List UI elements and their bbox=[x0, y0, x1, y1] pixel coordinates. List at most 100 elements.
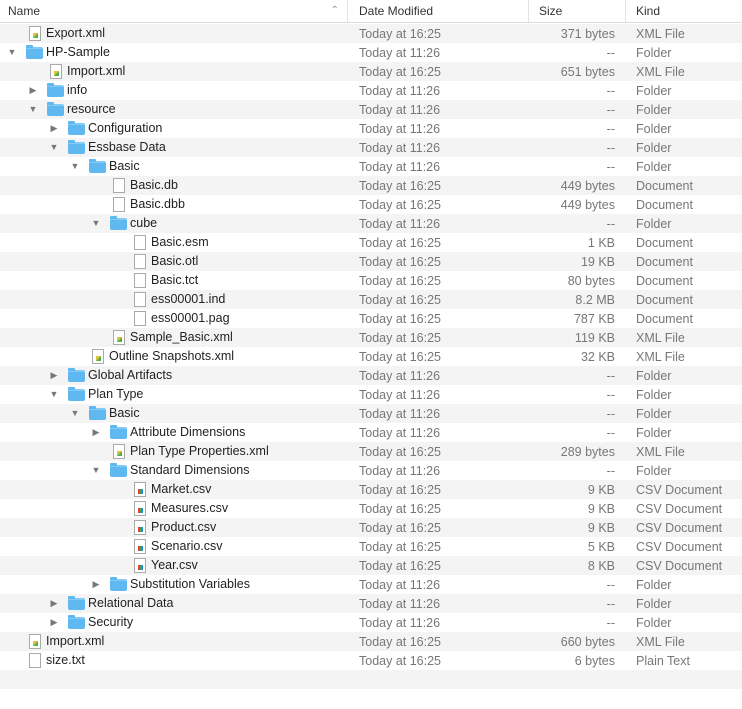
xml-badge bbox=[96, 356, 101, 361]
name-cell: ▼ Essbase Data bbox=[0, 138, 348, 157]
list-item[interactable]: ▶ Attribute Dimensions Today at 11:26 -- Fol… bbox=[0, 423, 742, 442]
disclosure-closed-icon[interactable]: ▶ bbox=[49, 598, 59, 608]
file-size: 8 KB bbox=[587, 558, 615, 573]
date-modified: Today at 16:25 bbox=[359, 26, 442, 41]
file-kind: Folder bbox=[636, 596, 672, 611]
folder-icon bbox=[68, 596, 85, 610]
list-item[interactable]: ▶ Global Artifacts Today at 11:26 -- Folder bbox=[0, 366, 742, 385]
name-cell: Measures.csv bbox=[0, 499, 348, 518]
file-name: info bbox=[67, 83, 88, 97]
list-item[interactable]: Sample_Basic.xml Today at 16:25 119 KB XML … bbox=[0, 328, 742, 347]
name-cell: size.txt bbox=[0, 651, 348, 670]
list-item[interactable]: ▼ cube Today at 11:26 -- Folder bbox=[0, 214, 742, 233]
file-name: Essbase Data bbox=[88, 140, 166, 154]
date-modified: Today at 16:25 bbox=[359, 482, 442, 497]
disclosure-open-icon[interactable]: ▼ bbox=[7, 47, 17, 57]
file-size: 9 KB bbox=[587, 520, 615, 535]
column-date-modified[interactable]: Date Modified bbox=[348, 0, 529, 22]
name-cell: Basic.dbb bbox=[0, 195, 348, 214]
list-item[interactable]: Export.xml Today at 16:25 371 bytes XML Fil… bbox=[0, 24, 742, 43]
xml-badge bbox=[33, 641, 38, 646]
date-modified: Today at 16:25 bbox=[359, 197, 442, 212]
list-item[interactable]: ess00001.ind Today at 16:25 8.2 MB Document bbox=[0, 290, 742, 309]
list-item[interactable]: ▼ Basic Today at 11:26 -- Folder bbox=[0, 157, 742, 176]
list-item[interactable]: Import.xml Today at 16:25 660 bytes XML Fil… bbox=[0, 632, 742, 651]
chevron-up-icon[interactable]: ⌃ bbox=[331, 0, 339, 22]
disclosure-closed-icon[interactable]: ▶ bbox=[91, 427, 101, 437]
disclosure-closed-icon[interactable]: ▶ bbox=[91, 579, 101, 589]
column-size[interactable]: Size bbox=[529, 0, 626, 22]
list-item[interactable]: size.txt Today at 16:25 6 bytes Plain Text bbox=[0, 651, 742, 670]
list-item[interactable]: ▼ Plan Type Today at 11:26 -- Folder bbox=[0, 385, 742, 404]
list-item[interactable]: ▼ Standard Dimensions Today at 11:26 -- Fold… bbox=[0, 461, 742, 480]
date-modified: Today at 11:26 bbox=[359, 45, 441, 60]
column-kind[interactable]: Kind bbox=[626, 0, 742, 22]
file-kind: XML File bbox=[636, 349, 685, 364]
name-cell: ▶ Security bbox=[0, 613, 348, 632]
file-name: Basic.tct bbox=[151, 273, 199, 287]
column-header: Name ⌃ Date Modified Size Kind bbox=[0, 0, 742, 23]
disclosure-open-icon[interactable]: ▼ bbox=[70, 161, 80, 171]
list-item[interactable]: Outline Snapshots.xml Today at 16:25 32 KB… bbox=[0, 347, 742, 366]
list-item[interactable]: Year.csv Today at 16:25 8 KB CSV Document bbox=[0, 556, 742, 575]
file-kind: Folder bbox=[636, 463, 672, 478]
list-item[interactable]: Basic.db Today at 16:25 449 bytes Document bbox=[0, 176, 742, 195]
list-item[interactable]: Import.xml Today at 16:25 651 bytes XML Fil… bbox=[0, 62, 742, 81]
column-name[interactable]: Name ⌃ bbox=[0, 0, 348, 22]
list-item[interactable]: ▼ HP-Sample Today at 11:26 -- Folder bbox=[0, 43, 742, 62]
name-cell: ess00001.ind bbox=[0, 290, 348, 309]
list-item[interactable]: Basic.dbb Today at 16:25 449 bytes Document bbox=[0, 195, 742, 214]
list-item[interactable]: ess00001.pag Today at 16:25 787 KB Document bbox=[0, 309, 742, 328]
date-modified: Today at 16:25 bbox=[359, 292, 442, 307]
folder-icon bbox=[110, 216, 127, 230]
disclosure-closed-icon[interactable]: ▶ bbox=[49, 617, 59, 627]
date-modified: Today at 11:26 bbox=[359, 140, 441, 155]
date-modified: Today at 11:26 bbox=[359, 596, 441, 611]
file-size: 6 bytes bbox=[574, 653, 615, 668]
file-size: -- bbox=[606, 425, 615, 440]
disclosure-open-icon[interactable]: ▼ bbox=[49, 389, 59, 399]
list-item[interactable]: ▼ Essbase Data Today at 11:26 -- Folder bbox=[0, 138, 742, 157]
list-item[interactable]: ▶ Substitution Variables Today at 11:26 -- F… bbox=[0, 575, 742, 594]
list-item[interactable]: Measures.csv Today at 16:25 9 KB CSV Docume… bbox=[0, 499, 742, 518]
file-name: Basic.db bbox=[130, 178, 178, 192]
name-cell: Export.xml bbox=[0, 24, 348, 43]
file-size: -- bbox=[606, 615, 615, 630]
disclosure-open-icon[interactable]: ▼ bbox=[91, 218, 101, 228]
list-item[interactable]: Basic.esm Today at 16:25 1 KB Document bbox=[0, 233, 742, 252]
list-item[interactable]: Basic.tct Today at 16:25 80 bytes Document bbox=[0, 271, 742, 290]
disclosure-closed-icon[interactable]: ▶ bbox=[49, 370, 59, 380]
doc-file-icon bbox=[134, 254, 146, 269]
list-item[interactable]: ▶ Configuration Today at 11:26 -- Folder bbox=[0, 119, 742, 138]
file-name: Basic.dbb bbox=[130, 197, 185, 211]
file-size: -- bbox=[606, 463, 615, 478]
list-item[interactable]: Plan Type Properties.xml Today at 16:25 28… bbox=[0, 442, 742, 461]
list-item[interactable]: ▼ Basic Today at 11:26 -- Folder bbox=[0, 404, 742, 423]
list-item[interactable]: ▶ Relational Data Today at 11:26 -- Folder bbox=[0, 594, 742, 613]
date-modified: Today at 16:25 bbox=[359, 558, 442, 573]
disclosure-open-icon[interactable]: ▼ bbox=[28, 104, 38, 114]
file-name: Plan Type bbox=[88, 387, 144, 401]
doc-file-icon bbox=[113, 178, 125, 193]
disclosure-closed-icon[interactable]: ▶ bbox=[28, 85, 38, 95]
list-item[interactable]: Product.csv Today at 16:25 9 KB CSV Documen… bbox=[0, 518, 742, 537]
list-item[interactable]: ▶ info Today at 11:26 -- Folder bbox=[0, 81, 742, 100]
name-cell: Basic.db bbox=[0, 176, 348, 195]
file-kind: CSV Document bbox=[636, 539, 723, 554]
list-item[interactable]: ▼ resource Today at 11:26 -- Folder bbox=[0, 100, 742, 119]
list-item[interactable]: Market.csv Today at 16:25 9 KB CSV Document bbox=[0, 480, 742, 499]
disclosure-open-icon[interactable]: ▼ bbox=[91, 465, 101, 475]
xml-badge bbox=[117, 337, 122, 342]
name-cell: ▼ Standard Dimensions bbox=[0, 461, 348, 480]
list-item[interactable]: ▶ Security Today at 11:26 -- Folder bbox=[0, 613, 742, 632]
list-item[interactable]: Scenario.csv Today at 16:25 5 KB CSV Docume… bbox=[0, 537, 742, 556]
disclosure-closed-icon[interactable]: ▶ bbox=[49, 123, 59, 133]
date-modified: Today at 11:26 bbox=[359, 577, 441, 592]
name-cell: Product.csv bbox=[0, 518, 348, 537]
file-kind: Folder bbox=[636, 140, 672, 155]
disclosure-open-icon[interactable]: ▼ bbox=[49, 142, 59, 152]
list-item[interactable]: Basic.otl Today at 16:25 19 KB Document bbox=[0, 252, 742, 271]
xml-file-icon bbox=[29, 634, 41, 649]
xml-file-icon bbox=[29, 26, 41, 41]
disclosure-open-icon[interactable]: ▼ bbox=[70, 408, 80, 418]
